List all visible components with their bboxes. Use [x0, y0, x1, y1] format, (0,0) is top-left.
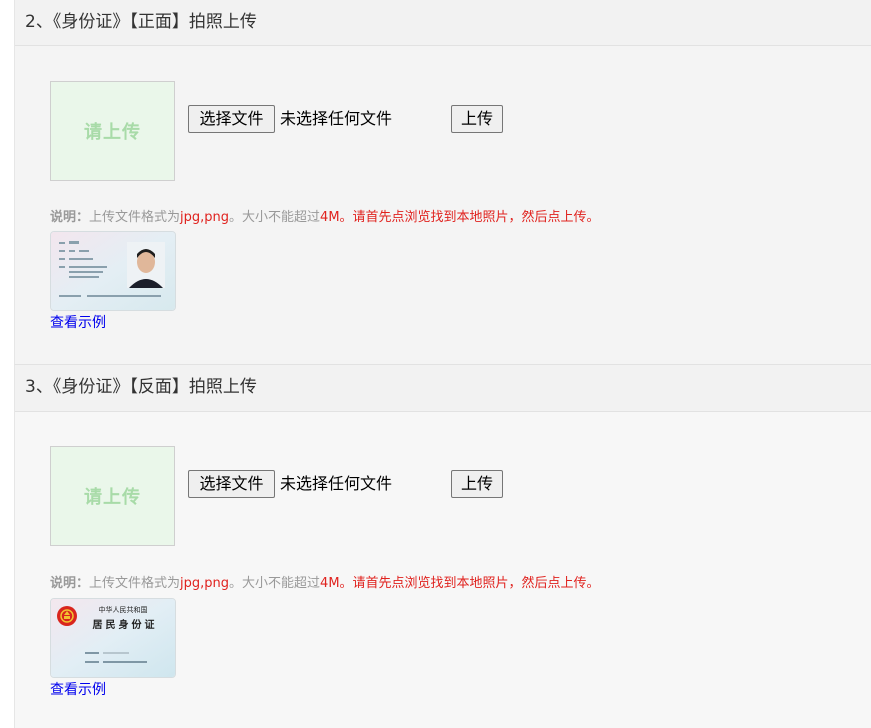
view-sample-link[interactable]: 查看示例 — [50, 314, 106, 332]
id-card-back-illustration: 中华人民共和国 居民身份证 — [51, 599, 175, 677]
national-emblem-icon — [57, 606, 77, 626]
upload-instructions: 说明：上传文件格式为jpg,png。大小不能超过4M。请首先点浏览找到本地照片，… — [50, 575, 600, 593]
note-size: 4M — [320, 576, 340, 591]
upload-button[interactable]: 上传 — [451, 470, 503, 498]
note-text-steps: 。请首先点浏览找到本地照片，然后点上传。 — [339, 210, 600, 225]
section-title: 3、《身份证》【反面】拍照上传 — [25, 377, 257, 397]
portrait — [127, 242, 165, 288]
choose-file-button[interactable]: 选择文件 — [188, 470, 275, 498]
note-size: 4M — [320, 210, 340, 225]
note-text-size: 。大小不能超过 — [229, 210, 321, 225]
view-sample-link[interactable]: 查看示例 — [50, 681, 106, 699]
id-front-section: 2、《身份证》【正面】拍照上传 请上传 选择文件 未选择任何文件 上传 说明：上… — [14, 0, 871, 364]
note-label: 说明： — [50, 576, 90, 591]
note-text-format: 上传文件格式为 — [89, 210, 181, 225]
upload-preview-placeholder: 请上传 — [50, 81, 175, 181]
section-header: 2、《身份证》【正面】拍照上传 — [15, 0, 871, 46]
note-formats: jpg,png — [180, 576, 230, 591]
id-card-front-illustration — [51, 232, 175, 310]
section-title: 2、《身份证》【正面】拍照上传 — [25, 12, 257, 32]
note-text-size: 。大小不能超过 — [229, 576, 321, 591]
section-header: 3、《身份证》【反面】拍照上传 — [15, 365, 871, 412]
preview-placeholder-text: 请上传 — [84, 487, 141, 508]
upload-preview-placeholder: 请上传 — [50, 446, 175, 546]
upload-instructions: 说明：上传文件格式为jpg,png。大小不能超过4M。请首先点浏览找到本地照片，… — [50, 209, 600, 227]
choose-file-button[interactable]: 选择文件 — [188, 105, 275, 133]
note-label: 说明： — [50, 210, 90, 225]
note-text-steps: 。请首先点浏览找到本地照片，然后点上传。 — [339, 576, 600, 591]
note-text-format: 上传文件格式为 — [89, 576, 181, 591]
card-name-text: 居民身份证 — [93, 618, 158, 631]
no-file-chosen-text: 未选择任何文件 — [280, 109, 393, 128]
note-formats: jpg,png — [180, 210, 230, 225]
id-front-sample-image[interactable] — [50, 231, 176, 311]
card-country-text: 中华人民共和国 — [99, 605, 148, 614]
preview-placeholder-text: 请上传 — [84, 122, 141, 143]
upload-button[interactable]: 上传 — [451, 105, 503, 133]
id-back-section: 3、《身份证》【反面】拍照上传 请上传 选择文件 未选择任何文件 上传 说明：上… — [14, 364, 871, 728]
id-back-sample-image[interactable]: 中华人民共和国 居民身份证 — [50, 598, 176, 678]
no-file-chosen-text: 未选择任何文件 — [280, 474, 393, 493]
